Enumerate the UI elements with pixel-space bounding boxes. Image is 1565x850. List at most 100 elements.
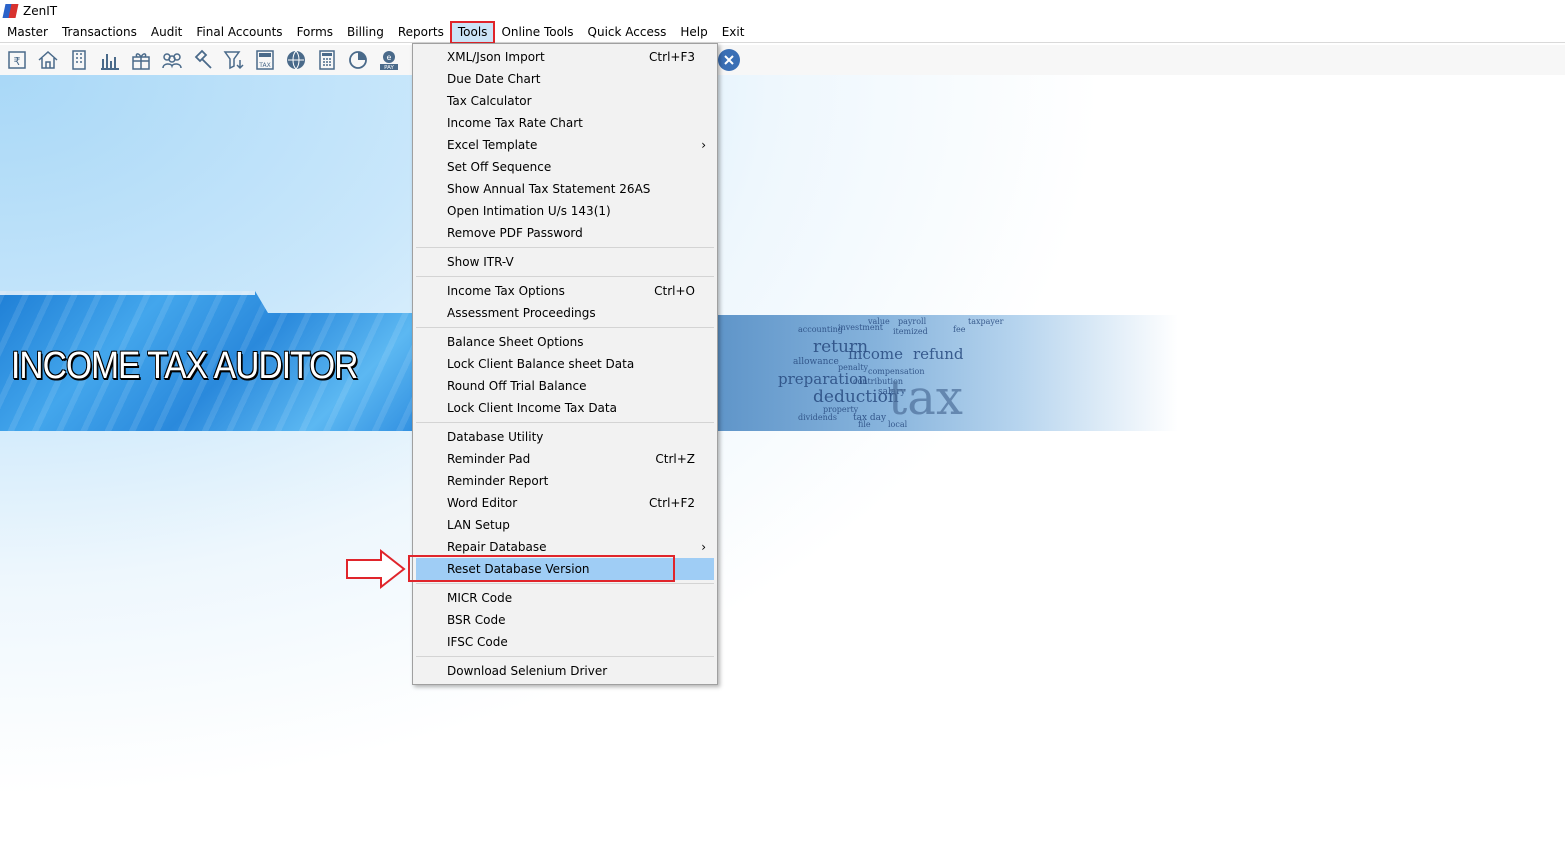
- menu-final-accounts[interactable]: Final Accounts: [189, 22, 289, 43]
- banner-title: INCOME TAX AUDITOR: [11, 345, 358, 387]
- menu-item-label: Show ITR-V: [447, 255, 514, 269]
- close-circle-icon[interactable]: [718, 49, 740, 71]
- menu-item-lock-client-balance-sheet-data[interactable]: Lock Client Balance sheet Data: [416, 353, 714, 375]
- banner-word: payroll: [898, 317, 927, 326]
- banner-word: itemized: [893, 327, 928, 336]
- menu-item-open-intimation-u-s-143-1[interactable]: Open Intimation U/s 143(1): [416, 200, 714, 222]
- banner-word: dividends: [798, 413, 837, 422]
- menu-help[interactable]: Help: [673, 22, 714, 43]
- menu-quick-access[interactable]: Quick Access: [581, 22, 674, 43]
- menu-master[interactable]: Master: [0, 22, 55, 43]
- menu-separator: [416, 422, 714, 423]
- menu-item-shortcut: Ctrl+O: [654, 284, 695, 298]
- menu-item-reset-database-version[interactable]: Reset Database Version: [416, 558, 714, 580]
- menu-item-reminder-report[interactable]: Reminder Report: [416, 470, 714, 492]
- banner-word: investment: [838, 323, 883, 332]
- menu-item-excel-template[interactable]: Excel Template ›: [416, 134, 714, 156]
- menu-item-income-tax-rate-chart[interactable]: Income Tax Rate Chart: [416, 112, 714, 134]
- calculator-icon[interactable]: [314, 47, 340, 73]
- building-icon[interactable]: [66, 47, 92, 73]
- menu-item-label: Reset Database Version: [447, 562, 590, 576]
- menu-item-income-tax-options[interactable]: Income Tax Options Ctrl+O: [416, 280, 714, 302]
- menu-item-ifsc-code[interactable]: IFSC Code: [416, 631, 714, 653]
- menu-item-show-itr-v[interactable]: Show ITR-V: [416, 251, 714, 273]
- chevron-right-icon: ›: [701, 540, 706, 554]
- menu-billing[interactable]: Billing: [340, 22, 391, 43]
- menu-transactions[interactable]: Transactions: [55, 22, 144, 43]
- menu-item-round-off-trial-balance[interactable]: Round Off Trial Balance: [416, 375, 714, 397]
- menu-item-show-annual-tax-statement-26as[interactable]: Show Annual Tax Statement 26AS: [416, 178, 714, 200]
- menu-item-label: Round Off Trial Balance: [447, 379, 587, 393]
- menu-exit[interactable]: Exit: [715, 22, 752, 43]
- menu-item-label: Lock Client Balance sheet Data: [447, 357, 635, 371]
- home-icon[interactable]: [35, 47, 61, 73]
- annotation-arrow-icon: [346, 548, 406, 590]
- tax-badge-label: TAX: [258, 62, 270, 69]
- filter-down-icon[interactable]: [221, 47, 247, 73]
- app-logo-icon: [2, 4, 19, 18]
- menu-item-reminder-pad[interactable]: Reminder Pad Ctrl+Z: [416, 448, 714, 470]
- menu-item-label: BSR Code: [447, 613, 506, 627]
- menu-item-download-selenium-driver[interactable]: Download Selenium Driver: [416, 660, 714, 682]
- menu-separator: [416, 656, 714, 657]
- menu-item-bsr-code[interactable]: BSR Code: [416, 609, 714, 631]
- menu-item-micr-code[interactable]: MICR Code: [416, 587, 714, 609]
- gift-icon[interactable]: [128, 47, 154, 73]
- menu-item-label: Lock Client Income Tax Data: [447, 401, 617, 415]
- menu-audit[interactable]: Audit: [144, 22, 189, 43]
- menu-item-shortcut: Ctrl+F2: [649, 496, 695, 510]
- banner-word: taxpayer: [968, 317, 1004, 326]
- banner-top-edge: [0, 291, 255, 295]
- menu-item-label: Income Tax Options: [447, 284, 565, 298]
- users-group-icon[interactable]: [159, 47, 185, 73]
- bar-chart-icon[interactable]: [97, 47, 123, 73]
- title-bar: ZenIT: [0, 0, 1565, 22]
- menu-item-lock-client-income-tax-data[interactable]: Lock Client Income Tax Data: [416, 397, 714, 419]
- menu-item-lan-setup[interactable]: LAN Setup: [416, 514, 714, 536]
- rupee-document-icon[interactable]: ₹: [4, 47, 30, 73]
- menu-item-due-date-chart[interactable]: Due Date Chart: [416, 68, 714, 90]
- menu-forms[interactable]: Forms: [290, 22, 340, 43]
- gavel-icon[interactable]: [190, 47, 216, 73]
- menu-item-label: Word Editor: [447, 496, 518, 510]
- pay-badge-label: PAY: [384, 65, 394, 71]
- toolbar: ₹ TAX e PAY: [0, 45, 1565, 75]
- chevron-right-icon: ›: [701, 138, 706, 152]
- menu-item-label: Reminder Report: [447, 474, 549, 488]
- menu-item-shortcut: Ctrl+Z: [655, 452, 695, 466]
- pie-chart-icon[interactable]: [345, 47, 371, 73]
- globe-icon[interactable]: [283, 47, 309, 73]
- menu-item-word-editor[interactable]: Word Editor Ctrl+F2: [416, 492, 714, 514]
- menu-item-label: Tax Calculator: [447, 94, 532, 108]
- menu-item-label: Show Annual Tax Statement 26AS: [447, 182, 651, 196]
- menu-item-label: Download Selenium Driver: [447, 664, 608, 678]
- menu-item-balance-sheet-options[interactable]: Balance Sheet Options: [416, 331, 714, 353]
- tax-calculator-icon[interactable]: TAX: [252, 47, 278, 73]
- banner-word-cloud: value payroll taxpayer accounting investment…: [718, 315, 1178, 431]
- menu-separator: [416, 247, 714, 248]
- banner-word: accounting: [798, 325, 843, 334]
- menu-item-database-utility[interactable]: Database Utility: [416, 426, 714, 448]
- menu-item-remove-pdf-password[interactable]: Remove PDF Password: [416, 222, 714, 244]
- menu-item-label: LAN Setup: [447, 518, 510, 532]
- menu-item-assessment-proceedings[interactable]: Assessment Proceedings: [416, 302, 714, 324]
- menu-item-xml-json-import[interactable]: XML/Json Import Ctrl+F3: [416, 46, 714, 68]
- banner-word: refund: [913, 345, 964, 363]
- menu-item-label: Assessment Proceedings: [447, 306, 596, 320]
- menu-item-repair-database[interactable]: Repair Database ›: [416, 536, 714, 558]
- menu-bar: Master Transactions Audit Final Accounts For…: [0, 20, 1565, 44]
- menu-online-tools[interactable]: Online Tools: [494, 22, 580, 43]
- menu-item-tax-calculator[interactable]: Tax Calculator: [416, 90, 714, 112]
- svg-text:₹: ₹: [14, 55, 21, 68]
- menu-item-label: Set Off Sequence: [447, 160, 552, 174]
- banner-word: tax: [888, 370, 963, 426]
- menu-reports[interactable]: Reports: [391, 22, 451, 43]
- epay-icon[interactable]: e PAY: [376, 47, 402, 73]
- tools-dropdown-menu: XML/Json Import Ctrl+F3 Due Date Chart Tax …: [412, 43, 718, 685]
- menu-item-set-off-sequence[interactable]: Set Off Sequence: [416, 156, 714, 178]
- menu-separator: [416, 276, 714, 277]
- menu-item-label: XML/Json Import: [447, 50, 545, 64]
- menu-tools[interactable]: Tools: [449, 20, 496, 44]
- desktop-background: INCOME TAX AUDITOR value payroll taxpayer a…: [0, 75, 1565, 850]
- banner-word: fee: [953, 325, 966, 334]
